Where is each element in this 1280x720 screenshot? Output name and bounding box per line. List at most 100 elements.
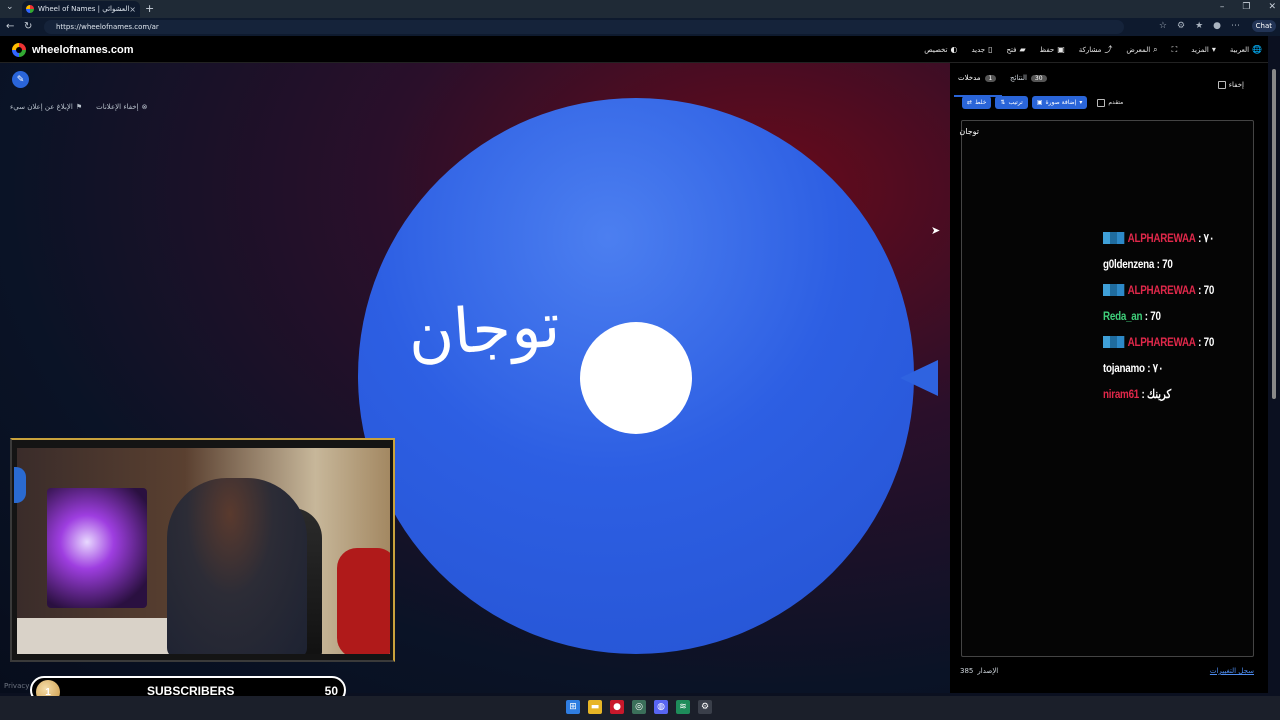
hide-checkbox[interactable] [1217,81,1226,89]
chat-message: 70 [1150,309,1161,323]
results-count-badge: 30 [1030,74,1047,82]
hide-ads-link[interactable]: إخفاء الإعلانات ⊗ [96,103,147,111]
chat-button[interactable]: Chat [1251,20,1276,32]
folder-icon[interactable]: ▬ [588,700,602,714]
chat-username: tojanamo [1103,361,1145,375]
menu-save[interactable]: ▣ حفظ [1040,44,1065,55]
mouse-cursor-icon: ➤ [931,224,941,237]
menu-language[interactable]: 🌐 العربية [1230,44,1262,55]
entry-line: توجان [959,127,979,136]
window-controls: – ❐ ✕ [1220,2,1276,12]
image-icon: ▣ [1036,99,1043,106]
menu-customize[interactable]: ◐ تخصيص [924,44,957,55]
media-icon[interactable]: ● [610,700,624,714]
shuffle-button[interactable]: ⇄ خلط [962,96,992,109]
webcam-feed [17,448,390,654]
menu-fullscreen[interactable]: ⛶ [1172,44,1178,55]
chat-line: tojanamo : ٧٠ [1103,355,1226,381]
chat-message: كرينك [1147,387,1172,401]
report-ad-link[interactable]: الإبلاغ عن إعلان سيء ⚑ [10,103,82,111]
webcam-red-object [337,548,390,654]
chat-badge-icon [1103,336,1125,348]
version-info: 385 الإصدار [960,667,998,675]
chat-separator: : [1142,309,1151,323]
tab-results[interactable]: النتائج 30 [1010,74,1047,82]
advanced-toggle[interactable]: متقدم [1097,98,1123,107]
menu-share[interactable]: ⤴ مشاركة [1079,44,1113,55]
top-menu: 🌐 العربية ▾ المزيد ⛶ ⌕ المعرض ⤴ مشاركة ▣ حفظ … [924,44,1262,55]
flag-icon: ⚑ [75,103,83,111]
chat-line: niram61 : كرينك [1103,381,1226,407]
tab-close-icon[interactable]: × [129,5,136,14]
chat-message: 70 [1162,257,1173,271]
folder-icon: ▰ [1019,45,1026,54]
wheel-segment-text: توجان [405,287,563,372]
chat-separator: : [1154,257,1163,271]
menu-new[interactable]: ▯ جديد [972,44,993,55]
profile-icon[interactable]: ● [1213,21,1221,31]
advanced-checkbox[interactable] [1097,98,1106,107]
tab-title: Wheel of Names | الاسم العشوائي [38,5,130,13]
browser-tab[interactable]: Wheel of Names | الاسم العشوائي × [22,1,140,17]
chat-username: Reda_an [1103,309,1143,323]
os-taskbar: ⊞ ▬ ● ◎ ◍ ≋ ⚙ [0,696,1280,720]
taskbar-icons: ⊞ ▬ ● ◎ ◍ ≋ ⚙ [566,700,712,714]
sort-button[interactable]: ⇅ ترتيب [995,96,1028,109]
settings-icon[interactable]: ⚙ [698,700,712,714]
menu-gallery[interactable]: ⌕ المعرض [1126,44,1157,55]
chevron-down-icon: ▾ [1079,99,1083,106]
chat-badge-icon [1103,284,1125,296]
menu-more[interactable]: ▾ المزيد [1191,44,1216,55]
back-icon[interactable]: ← [6,21,14,32]
tab-list-icon[interactable]: ⌄ [6,2,14,12]
maximize-icon[interactable]: ❐ [1242,2,1250,12]
site-header: wheelofnames.com 🌐 العربية ▾ المزيد ⛶ ⌕ الم… [0,36,1268,63]
chat-separator: : [1139,387,1148,401]
webcam-person [167,478,307,654]
entries-count-badge: 1 [984,74,997,82]
share-icon: ⤴ [1104,45,1113,54]
browser-tab-bar: ⌄ Wheel of Names | الاسم العشوائي × + – … [0,0,1280,18]
logo-text: wheelofnames.com [32,44,134,56]
chat-message: 70 [1203,283,1215,297]
chat-line: ALPHAREWAA : 70 [1103,277,1226,303]
version-number: 385 [960,667,974,675]
wheel-hub[interactable] [580,322,692,434]
page-scrollbar[interactable] [1270,44,1278,692]
site-logo[interactable]: wheelofnames.com [12,43,133,57]
chat-separator: : [1195,335,1204,349]
address-bar-row: ← ↻ https://wheelofnames.com/ar ☆ ⚙ ★ ● … [0,18,1280,36]
fullscreen-icon: ⛶ [1171,44,1178,54]
add-image-button[interactable]: ▣ إضافة صورة ▾ [1031,96,1088,109]
save-icon: ▣ [1057,45,1065,54]
url-field[interactable]: https://wheelofnames.com/ar [44,20,1124,34]
chat-separator: : [1195,283,1204,297]
file-icon: ▯ [988,45,993,54]
panel-tabs: مدخلات 1 النتائج 30 إخفاء [950,71,1268,97]
minimize-icon[interactable]: – [1220,2,1225,12]
menu-open[interactable]: ▰ فتح [1007,44,1026,55]
chat-separator: : [1195,231,1204,245]
privacy-link[interactable]: Privacy [4,682,29,690]
more-icon[interactable]: ⋯ [1231,21,1240,31]
app-icon[interactable]: ≋ [676,700,690,714]
star-icon[interactable]: ☆ [1159,21,1167,31]
hide-panel-toggle[interactable]: إخفاء [1217,81,1244,89]
close-window-icon[interactable]: ✕ [1268,2,1276,12]
start-icon[interactable]: ⊞ [566,700,580,714]
reload-icon[interactable]: ↻ [24,21,32,32]
changelog-link[interactable]: سجل التغييرات [1210,667,1254,675]
discord-icon[interactable]: ◍ [654,700,668,714]
tab-entries[interactable]: مدخلات 1 [958,74,997,82]
chat-line: Reda_an : 70 [1103,303,1226,329]
browser-icon[interactable]: ◎ [632,700,646,714]
scrollbar-thumb[interactable] [1272,69,1276,399]
new-tab-button[interactable]: + [145,2,154,15]
stream-chat-overlay: ALPHAREWAA : ٧٠ g0ldenzena : 70 ALPHAREWAA… [1103,225,1253,407]
chat-username: niram61 [1103,387,1140,401]
edit-pencil-button[interactable]: ✎ [12,71,29,88]
favorites-icon[interactable]: ★ [1195,21,1203,31]
chat-badge-icon [1103,232,1125,244]
extensions-icon[interactable]: ⚙ [1177,21,1185,31]
entries-toolbar: ⇄ خلط ⇅ ترتيب ▣ إضافة صورة ▾ متقدم [962,96,1123,109]
